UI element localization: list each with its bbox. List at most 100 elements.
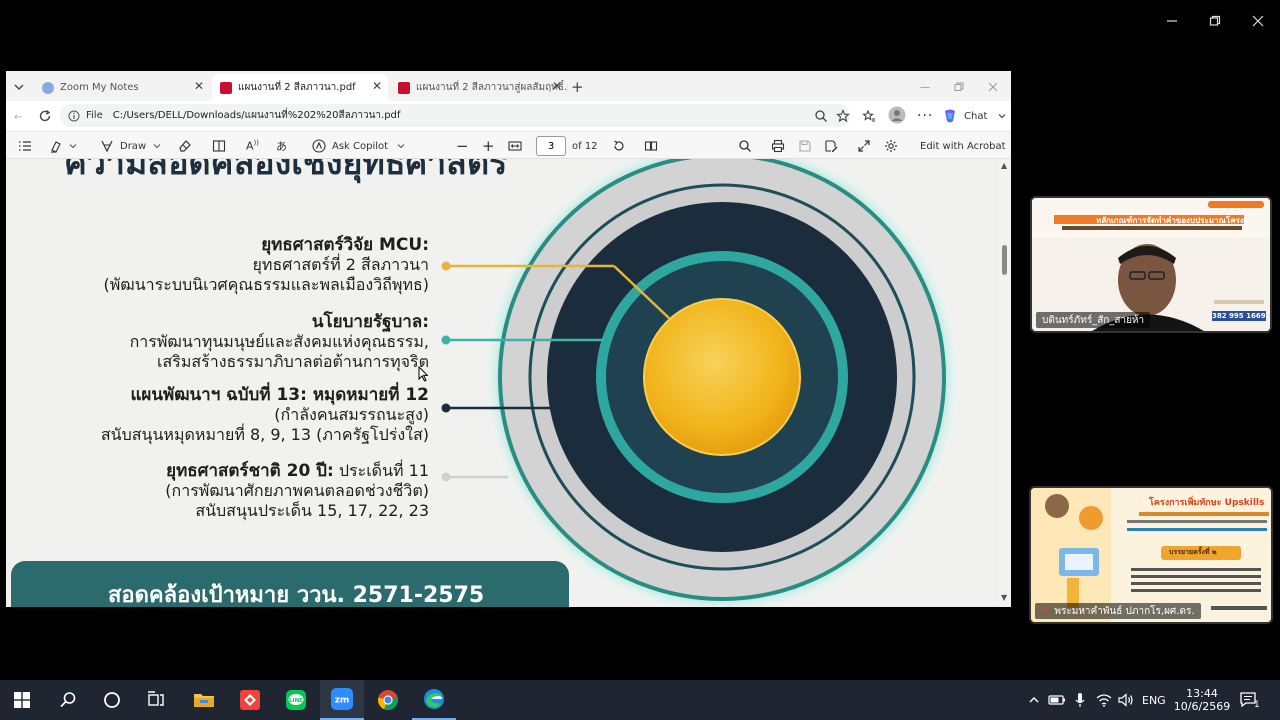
pdf-page-viewport[interactable]: ความสอดคล้องเชิงยุทธศาสตร์ ยุทธศาสตร์วิจ…: [6, 159, 999, 607]
participant-name: ✕ พระมหาคำพันธ์ ปภากโร,ผศ.ดร.: [1035, 603, 1201, 619]
network-button[interactable]: [1096, 680, 1112, 720]
back-button[interactable]: ←: [14, 107, 22, 127]
zoom-out-button[interactable]: −: [456, 136, 469, 156]
page-total: of 12: [572, 140, 598, 152]
close-icon: [1252, 15, 1264, 27]
close-icon: [988, 82, 998, 92]
view-mode-button[interactable]: [212, 136, 226, 156]
favorites-icon: [862, 109, 875, 122]
eraser-button[interactable]: [178, 136, 192, 156]
zoom-in-button[interactable]: +: [482, 136, 495, 156]
contents-button[interactable]: [18, 136, 32, 156]
rotate-button[interactable]: [612, 136, 626, 156]
save-as-button[interactable]: [824, 136, 838, 156]
browser-window: Zoom My Notes ✕ แผนงานที่ 2 สีลภาวนา.pdf…: [6, 71, 1011, 607]
save-as-icon: [825, 140, 838, 152]
notification-center-button[interactable]: 1: [1240, 680, 1260, 720]
tab-list-button[interactable]: [12, 77, 26, 97]
refresh-button[interactable]: [38, 106, 52, 126]
wifi-icon: [1096, 694, 1112, 707]
line-button[interactable]: LINE: [274, 680, 318, 720]
ask-copilot-button[interactable]: Ask Copilot: [312, 136, 406, 156]
draw-button[interactable]: Draw: [100, 136, 162, 156]
edge-button[interactable]: [412, 680, 456, 720]
volume-button[interactable]: [1118, 680, 1134, 720]
ellipsis-icon: ···: [917, 108, 934, 124]
zoom-close-button[interactable]: [1238, 8, 1278, 34]
svg-text:zm: zm: [335, 696, 350, 706]
pdf-scrollbar[interactable]: ▲ ▼: [999, 159, 1011, 607]
item-heading: ยุทธศาสตร์วิจัย MCU:: [261, 235, 429, 255]
profile-button[interactable]: [888, 105, 906, 125]
print-icon: [771, 139, 785, 153]
scroll-thumb[interactable]: [1002, 245, 1007, 275]
edit-with-acrobat-button[interactable]: Edit with Acrobat: [920, 136, 1006, 156]
anydesk-button[interactable]: [228, 680, 272, 720]
zoom-minimize-button[interactable]: [1152, 8, 1192, 34]
file-explorer-button[interactable]: [182, 680, 226, 720]
zoom-page-button[interactable]: [814, 106, 828, 126]
search-icon: [739, 140, 751, 152]
scroll-up-icon[interactable]: ▲: [1001, 161, 1007, 170]
minimize-icon: —: [920, 81, 930, 93]
new-tab-button[interactable]: +: [571, 77, 584, 97]
task-view-icon: [148, 691, 164, 706]
print-button[interactable]: [771, 136, 785, 156]
copilot-icon: [945, 109, 955, 123]
participant-name-text: พระมหาคำพันธ์ ปภากโร,ผศ.ดร.: [1054, 605, 1195, 617]
tab-pdf-active[interactable]: แผนงานที่ 2 สีลภาวนา.pdf ✕: [212, 74, 388, 101]
chevron-up-icon: [1029, 697, 1039, 703]
item-line: สนับสนุนประเด็น 15, 17, 22, 23: [195, 501, 429, 520]
find-button[interactable]: [738, 136, 752, 156]
copilot-chat-button[interactable]: Chat: [942, 106, 1007, 126]
page-layout-button[interactable]: [644, 136, 658, 156]
browser-restore-button[interactable]: [954, 77, 964, 97]
tab-zoom-notes[interactable]: Zoom My Notes ✕: [34, 74, 210, 101]
favorites-bar-button[interactable]: [862, 106, 876, 126]
task-view-button[interactable]: [134, 680, 178, 720]
magnifier-icon: [815, 110, 827, 122]
clock[interactable]: 13:44 10/6/2569: [1174, 680, 1230, 720]
close-tab-icon[interactable]: ✕: [194, 79, 204, 93]
taskbar-search-button[interactable]: [46, 680, 90, 720]
microphone-button[interactable]: [1074, 680, 1086, 720]
fit-page-button[interactable]: [508, 136, 522, 156]
scheme-label: File: [86, 110, 103, 121]
input-language[interactable]: ENG: [1142, 680, 1166, 720]
chrome-button[interactable]: [366, 680, 410, 720]
zoom-restore-button[interactable]: [1195, 8, 1235, 34]
item-line: (กำลังคนสมรรถนะสูง): [274, 405, 429, 424]
fullscreen-button[interactable]: [857, 136, 871, 156]
plus-icon: +: [482, 137, 495, 155]
address-bar[interactable]: File C:/Users/DELL/Downloads/แผนงานที่%2…: [60, 104, 850, 127]
item-line: การพัฒนาทุนมนุษย์และสังคมแห่งคุณธรรม,: [129, 332, 429, 351]
browser-minimize-button[interactable]: —: [920, 77, 930, 97]
close-tab-icon[interactable]: ✕: [552, 79, 562, 93]
highlight-button[interactable]: [50, 136, 78, 156]
close-tab-icon[interactable]: ✕: [372, 79, 382, 93]
read-aloud-button[interactable]: A)): [246, 136, 259, 156]
battery-button[interactable]: [1048, 680, 1066, 720]
windows-taskbar: LINE zm ENG 13:44 10/6/2569 1: [0, 680, 1280, 720]
more-button[interactable]: ···: [917, 106, 933, 126]
translate-button[interactable]: あ: [276, 136, 287, 156]
start-button[interactable]: [0, 680, 44, 720]
item-line: (การพัฒนาศักยภาพคนตลอดช่วงชีวิต): [165, 481, 429, 500]
page-number-input[interactable]: 3: [536, 136, 566, 156]
save-icon: [799, 140, 811, 152]
browser-close-button[interactable]: [988, 77, 998, 97]
clock-date: 10/6/2569: [1173, 700, 1231, 713]
tab-label: Zoom My Notes: [60, 82, 139, 93]
video-tile-presenter[interactable]: หลักเกณฑ์การจัดทำคำของบประมาณโครงการวิจั…: [1030, 196, 1272, 333]
tab-pdf-2[interactable]: แผนงานที่ 2 สีลภาวนาสู่ผลสัมฤทธิ์.pdf ✕: [390, 74, 568, 101]
tray-overflow-button[interactable]: [1028, 680, 1040, 720]
pdf-settings-button[interactable]: [884, 136, 898, 156]
tab-label: แผนงานที่ 2 สีลภาวนา.pdf: [238, 82, 356, 93]
cortana-button[interactable]: [90, 680, 134, 720]
favorite-button[interactable]: [836, 106, 850, 126]
video-tile-participant[interactable]: โครงการเพิ่มทักษะ Upskills บรรยายครั้งที…: [1029, 486, 1273, 624]
save-button[interactable]: [798, 136, 812, 156]
speaker-icon: [1118, 693, 1133, 707]
zoom-taskbar-button[interactable]: zm: [320, 680, 364, 720]
scroll-down-icon[interactable]: ▼: [1001, 593, 1007, 602]
